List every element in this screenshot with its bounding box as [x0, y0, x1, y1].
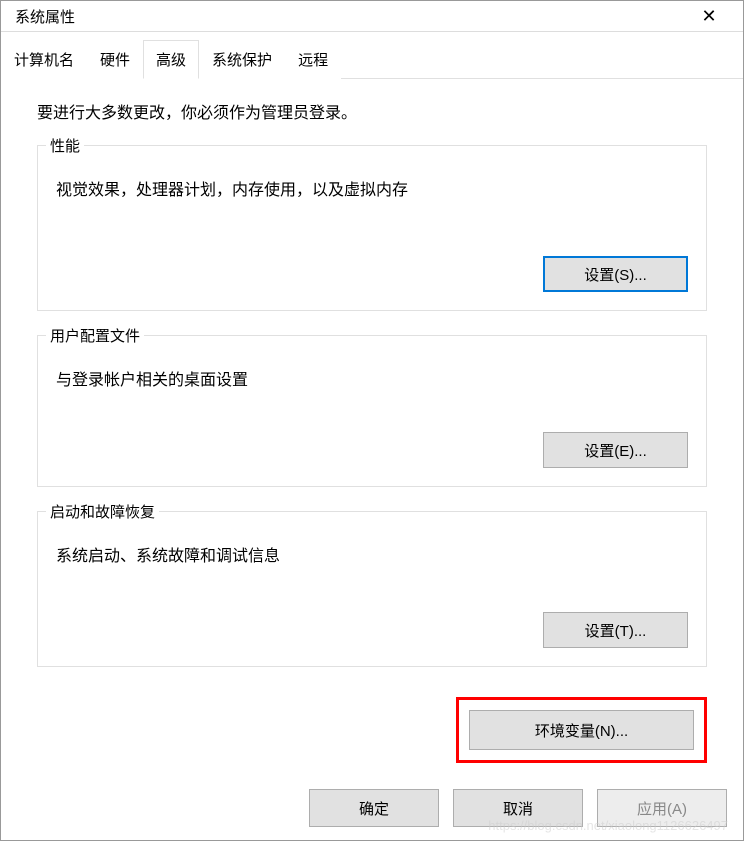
- startup-recovery-title: 启动和故障恢复: [46, 501, 159, 522]
- cancel-button[interactable]: 取消: [453, 789, 583, 827]
- user-profiles-button-row: 设置(E)...: [56, 432, 688, 468]
- window-title: 系统属性: [15, 6, 75, 27]
- footer-buttons: 确定 取消 应用(A): [1, 773, 743, 843]
- tab-remote[interactable]: 远程: [285, 40, 341, 79]
- environment-variables-button[interactable]: 环境变量(N)...: [469, 710, 694, 750]
- performance-groupbox: 性能 视觉效果，处理器计划，内存使用，以及虚拟内存 设置(S)...: [37, 145, 707, 311]
- user-profiles-desc: 与登录帐户相关的桌面设置: [56, 366, 688, 390]
- startup-recovery-groupbox: 启动和故障恢复 系统启动、系统故障和调试信息 设置(T)...: [37, 511, 707, 667]
- close-icon: ✕: [701, 6, 716, 27]
- tab-system-protection[interactable]: 系统保护: [199, 40, 285, 79]
- tab-computer-name[interactable]: 计算机名: [1, 40, 87, 79]
- startup-recovery-desc: 系统启动、系统故障和调试信息: [56, 542, 688, 566]
- user-profiles-settings-button[interactable]: 设置(E)...: [543, 432, 688, 468]
- tab-advanced[interactable]: 高级: [143, 40, 199, 79]
- tab-hardware[interactable]: 硬件: [87, 40, 143, 79]
- close-button[interactable]: ✕: [689, 1, 729, 31]
- titlebar: 系统属性 ✕: [1, 1, 743, 32]
- performance-button-row: 设置(S)...: [56, 256, 688, 292]
- startup-recovery-button-row: 设置(T)...: [56, 612, 688, 648]
- apply-button[interactable]: 应用(A): [597, 789, 727, 827]
- performance-desc: 视觉效果，处理器计划，内存使用，以及虚拟内存: [56, 176, 688, 200]
- system-properties-window: 系统属性 ✕ 计算机名 硬件 高级 系统保护 远程 要进行大多数更改，你必须作为…: [0, 0, 744, 841]
- env-vars-button-wrapper: 环境变量(N)...: [37, 697, 707, 763]
- ok-button[interactable]: 确定: [309, 789, 439, 827]
- user-profiles-title: 用户配置文件: [46, 325, 144, 346]
- tab-strip: 计算机名 硬件 高级 系统保护 远程: [1, 40, 743, 79]
- env-vars-highlight: 环境变量(N)...: [456, 697, 707, 763]
- admin-notice-text: 要进行大多数更改，你必须作为管理员登录。: [37, 99, 707, 123]
- tab-content-advanced: 要进行大多数更改，你必须作为管理员登录。 性能 视觉效果，处理器计划，内存使用，…: [1, 79, 743, 773]
- user-profiles-groupbox: 用户配置文件 与登录帐户相关的桌面设置 设置(E)...: [37, 335, 707, 487]
- startup-recovery-settings-button[interactable]: 设置(T)...: [543, 612, 688, 648]
- performance-title: 性能: [46, 135, 84, 156]
- performance-settings-button[interactable]: 设置(S)...: [543, 256, 688, 292]
